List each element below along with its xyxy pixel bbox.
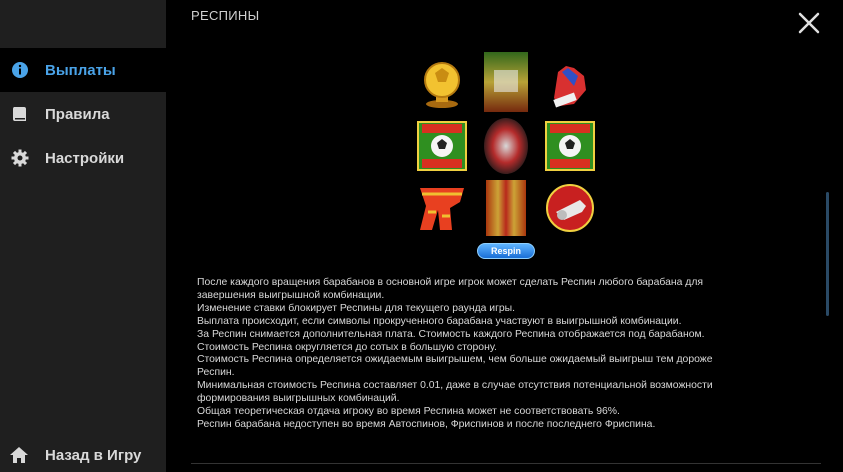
blurred-reel-symbol: [486, 180, 526, 236]
info-icon: [10, 60, 30, 80]
home-icon: [8, 445, 28, 465]
description-line: За Респин снимается дополнительная плата…: [197, 328, 705, 340]
back-to-game-button[interactable]: Назад в Игру: [0, 436, 166, 472]
sidebar: Выплаты Правила Настройки Назад в Игру: [0, 0, 166, 472]
close-icon: [798, 12, 820, 34]
description-line: Изменение ставки блокирует Респины для т…: [197, 302, 516, 314]
respin-description: После каждого вращения барабанов в основ…: [197, 277, 797, 432]
sidebar-item-label: Правила: [45, 105, 110, 123]
sidebar-item-label: Настройки: [45, 149, 125, 167]
gear-icon: [10, 148, 30, 168]
fan-scarf-symbol: [420, 188, 464, 230]
divider: [191, 463, 821, 464]
goalkeeper-glove-symbol: [553, 66, 586, 108]
description-line: Общая теоретическая отдача игроку во вре…: [197, 406, 620, 418]
description-line: После каждого вращения барабанов в основ…: [197, 277, 704, 288]
goal-scatter-symbol: [417, 121, 467, 171]
referee-whistle-symbol: [546, 184, 594, 232]
description-line: Минимальная стоимость Респина составляет…: [197, 380, 713, 392]
golden-ball-trophy-symbol: [424, 62, 460, 108]
description-line: формирования выигрышных комбинаций.: [197, 393, 400, 405]
respin-button[interactable]: Respin: [477, 243, 535, 259]
close-button[interactable]: [796, 10, 822, 36]
blurred-reel-symbol: [484, 118, 528, 174]
sidebar-item-label: Выплаты: [45, 61, 116, 79]
reels-illustration: [416, 50, 596, 240]
sidebar-item-payouts[interactable]: Выплаты: [0, 48, 166, 92]
description-line: Стоимость Респина определяется ожидаемым…: [197, 354, 713, 366]
description-line: завершения выигрышной комбинации.: [197, 289, 385, 301]
main-panel: РЕСПИНЫ Respin После каждого вращения ба…: [166, 0, 843, 472]
goal-scatter-symbol: [545, 121, 595, 171]
description-line: Выплата происходит, если символы прокруч…: [197, 315, 682, 327]
section-title: РЕСПИНЫ: [191, 8, 260, 23]
description-line: Респин барабана недоступен во время Авто…: [197, 418, 656, 430]
blurred-reel-symbol: [484, 52, 528, 112]
sidebar-item-rules[interactable]: Правила: [0, 92, 166, 136]
sidebar-item-settings[interactable]: Настройки: [0, 136, 166, 180]
book-icon: [10, 104, 30, 124]
description-line: Респин.: [197, 367, 235, 379]
scrollbar[interactable]: [826, 192, 829, 316]
description-line: Стоимость Респина округляется до сотых в…: [197, 341, 497, 353]
back-to-game-label: Назад в Игру: [45, 447, 142, 464]
